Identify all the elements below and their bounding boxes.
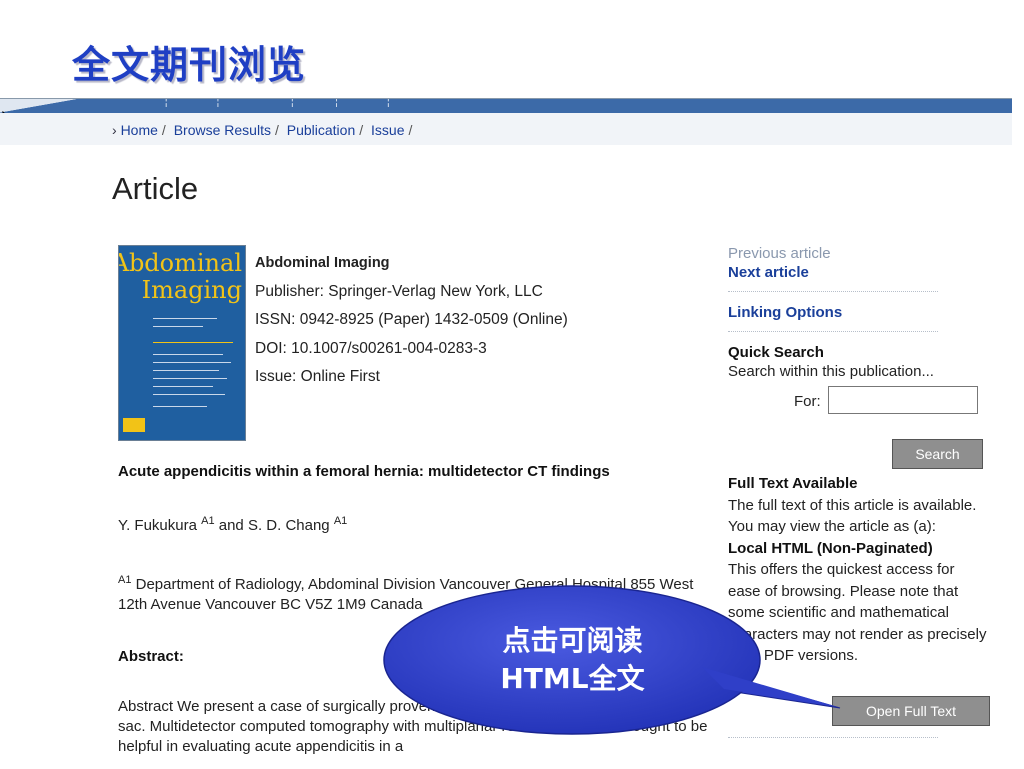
issue: Issue: Online First — [255, 368, 380, 386]
breadcrumb-home[interactable]: Home — [121, 122, 158, 138]
search-row: For: — [728, 384, 988, 418]
full-text-heading: Full Text Available — [728, 475, 858, 492]
publisher: Publisher: Springer-Verlag New York, LLC — [255, 282, 543, 300]
linking-options-link[interactable]: Linking Options — [728, 304, 988, 321]
abstract-label: Abstract: — [118, 648, 184, 665]
for-label: For: — [794, 393, 821, 410]
springer-logo-icon — [123, 418, 145, 432]
article-authors: Y. Fukukura A1 and S. D. Chang A1 — [118, 515, 348, 534]
publication-info: Abdominal Imaging Publisher: Springer-Ve… — [255, 249, 568, 392]
breadcrumb-browse-results[interactable]: Browse Results — [174, 122, 271, 138]
slide-title: 全文期刊浏览 — [72, 42, 307, 87]
full-text-description: The full text of this article is availab… — [728, 496, 977, 536]
callout-text: 点击可阅读 HTML全文 — [440, 622, 705, 698]
quick-search-heading: Quick Search — [728, 344, 824, 361]
abstract-text: Abstract We present a case of surgically… — [118, 698, 708, 755]
search-input[interactable] — [828, 386, 978, 414]
breadcrumb-publication[interactable]: Publication — [287, 122, 356, 138]
breadcrumb-bar: › Home / Browse Results / Publication / Iss… — [0, 113, 1012, 145]
publication-name[interactable]: Abdominal Imaging — [255, 249, 568, 278]
callout-line1: 点击可阅读 — [502, 624, 643, 657]
author-affiliation: A1 Department of Radiology, Abdominal Di… — [118, 574, 694, 613]
page-heading: Article — [112, 171, 199, 206]
open-full-text-button[interactable]: Open Full Text — [832, 696, 990, 726]
local-html-heading: Local HTML (Non-Paginated) — [728, 539, 933, 557]
previous-article-link[interactable]: Previous article — [728, 245, 988, 262]
doi: DOI: 10.1007/s00261-004-0283-3 — [255, 339, 487, 357]
breadcrumb-issue[interactable]: Issue — [371, 122, 404, 138]
callout-line2: HTML全文 — [500, 662, 645, 695]
cover-title-line2: Imaging — [141, 276, 242, 304]
top-navigation-bar: ¯¯¯¯ ¦ ¯¯¯¯¯ ¦ ¯¯¯¯¯¯¯¯ ¦ ¯¯¯¯ ¦ ¯¯¯¯¯ ¦… — [0, 99, 1012, 113]
cover-title-line1: Abdominal — [118, 249, 242, 277]
article-title: Acute appendicitis within a femoral hern… — [118, 463, 610, 480]
full-text-info: Full Text Available The full text of thi… — [728, 473, 988, 667]
quick-search-description: Search within this publication... — [728, 363, 934, 380]
search-button[interactable]: Search — [892, 439, 983, 469]
issn: ISSN: 0942-8925 (Paper) 1432-0509 (Onlin… — [255, 311, 568, 329]
breadcrumb: › Home / Browse Results / Publication / Iss… — [112, 122, 413, 138]
local-html-description: This offers the quickest access for ease… — [728, 561, 987, 664]
article-sidebar: Previous article Next article Linking Op… — [728, 245, 988, 664]
journal-cover-image[interactable]: Abdominal Imaging — [118, 245, 246, 441]
next-article-link[interactable]: Next article — [728, 264, 988, 281]
